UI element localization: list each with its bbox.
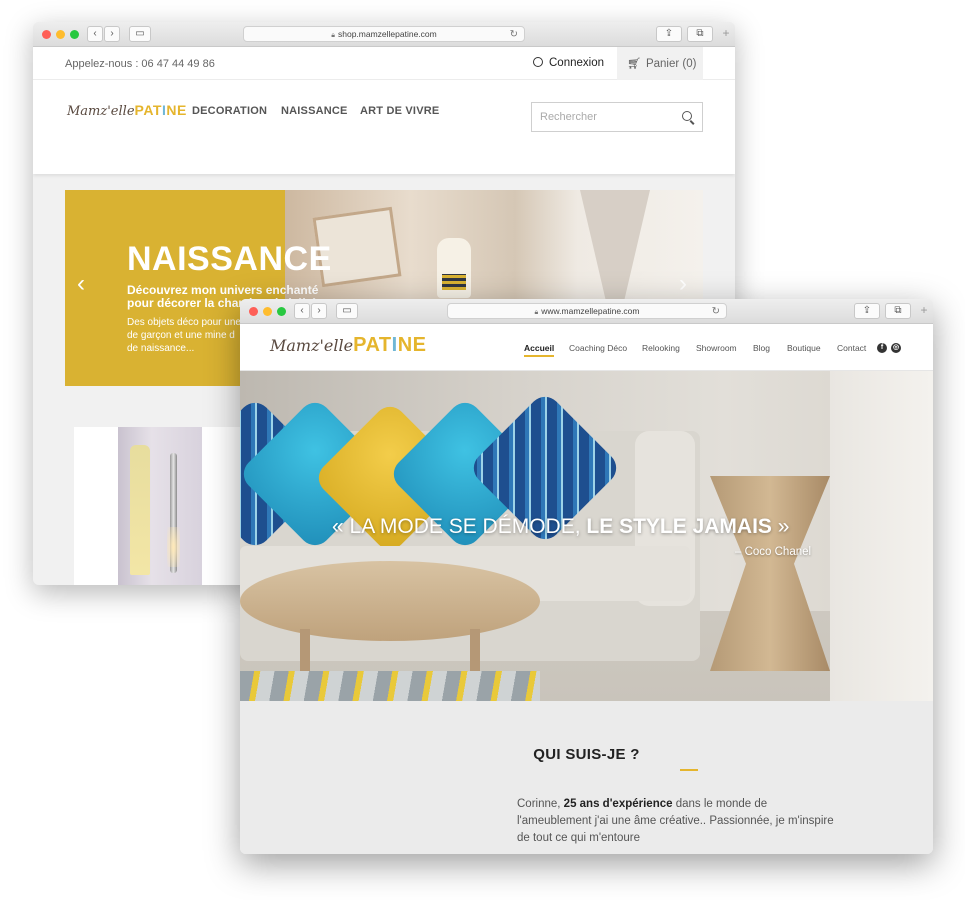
address-bar[interactable]: 🔒︎ www.mamzellepatine.com ↻	[447, 303, 727, 319]
user-icon	[533, 57, 543, 67]
share-icon[interactable]: ⇪	[656, 26, 682, 42]
about-divider	[680, 769, 698, 771]
lock-icon: 🔒︎	[534, 309, 539, 316]
product-image	[118, 427, 202, 585]
close-window-button[interactable]	[42, 30, 51, 39]
nav-contact[interactable]: Contact	[837, 343, 866, 353]
nav-accueil[interactable]: Accueil	[524, 343, 555, 357]
nav-decoration[interactable]: DECORATION	[192, 105, 267, 117]
forward-button[interactable]: ›	[311, 303, 327, 319]
logo-text-pa: PAT	[134, 102, 162, 118]
address-bar[interactable]: 🔒︎ shop.mamzellepatine.com ↻	[243, 26, 525, 42]
minimize-window-button[interactable]	[263, 307, 272, 316]
hero-banner: « LA MODE SE DÉMODE, LE STYLE JAMAIS » –…	[240, 371, 933, 701]
url-text: shop.mamzellepatine.com	[337, 29, 437, 39]
close-window-button[interactable]	[249, 307, 258, 316]
lock-icon: 🔒︎	[331, 32, 335, 39]
url-text: www.mamzellepatine.com	[541, 306, 640, 316]
quote-open: « LA MODE SE DÉMODE,	[332, 515, 587, 538]
search-icon[interactable]	[682, 111, 692, 121]
about-title: QUI SUIS-JE ?	[533, 746, 640, 763]
hero-coffee-table	[240, 561, 540, 641]
shop-topbar: Appelez-nous : 06 47 44 49 86 Connexion …	[33, 47, 735, 80]
sidebar-toggle-icon[interactable]: ▭	[129, 26, 151, 42]
hero-subtitle-line-1: Découvrez mon univers enchanté	[127, 283, 319, 297]
share-icon[interactable]: ⇪	[854, 303, 880, 319]
nav-showroom[interactable]: Showroom	[696, 343, 737, 353]
main-page: Mamz'ellePATINE Accueil Coaching Déco Re…	[240, 324, 933, 854]
nav-art-de-vivre[interactable]: ART DE VIVRE	[360, 105, 439, 117]
nav-blog[interactable]: Blog	[753, 343, 770, 353]
logo-script-text: Mamz'elle	[67, 104, 135, 119]
logo-text-ne: NE	[166, 102, 187, 118]
main-browser-window: ‹ › ▭ 🔒︎ www.mamzellepatine.com ↻ ⇪ ⧉ + M…	[240, 299, 933, 854]
hero-owl-figure	[437, 238, 471, 298]
zoom-window-button[interactable]	[277, 307, 286, 316]
new-tab-button[interactable]: +	[917, 304, 931, 318]
main-logo[interactable]: Mamz'ellePATINE	[270, 334, 426, 357]
tabs-overview-icon[interactable]: ⧉	[687, 26, 713, 42]
about-text-2: l'ameublement j'ai une âme créative.. Pa…	[517, 815, 834, 827]
about-name: Corinne,	[517, 798, 564, 810]
nav-coaching-deco[interactable]: Coaching Déco	[569, 343, 627, 353]
about-section: QUI SUIS-JE ? Corinne, 25 ans d'expérien…	[240, 701, 933, 854]
main-header: Mamz'ellePATINE Accueil Coaching Déco Re…	[240, 324, 933, 371]
quote-author: – Coco Chanel	[735, 546, 812, 558]
instagram-icon[interactable]: ◎	[891, 343, 901, 353]
about-text-1: dans le monde de	[672, 798, 768, 810]
shop-header: Mamz'ellePATINE DECORATION NAISSANCE ART…	[33, 80, 735, 174]
cart-button[interactable]: 🛒︎ Panier (0)	[617, 47, 703, 80]
new-tab-button[interactable]: +	[719, 27, 733, 41]
product-card[interactable]	[74, 427, 244, 585]
about-text: Corinne, 25 ans d'expérience dans le mon…	[517, 796, 877, 847]
quote-close: »	[771, 515, 790, 538]
reload-icon[interactable]: ↻	[712, 304, 720, 319]
nav-naissance[interactable]: NAISSANCE	[281, 105, 348, 117]
hero-text-line-3: de naissance...	[127, 343, 195, 354]
logo-text-ne: NE	[397, 334, 427, 356]
hero-rug	[240, 671, 540, 701]
zoom-window-button[interactable]	[70, 30, 79, 39]
bottle-image	[130, 445, 150, 575]
back-button[interactable]: ‹	[294, 303, 310, 319]
shop-logo[interactable]: Mamz'ellePATINE	[67, 102, 187, 119]
login-label: Connexion	[549, 57, 604, 69]
about-text-3: de tout ce qui m'entoure	[517, 832, 641, 844]
cart-icon: 🛒︎	[627, 58, 641, 70]
search-placeholder: Rechercher	[540, 111, 597, 123]
minimize-window-button[interactable]	[56, 30, 65, 39]
about-bold: 25 ans d'expérience	[563, 798, 673, 810]
light-glow	[167, 527, 180, 567]
logo-script-text: Mamz'elle	[270, 336, 354, 355]
sidebar-toggle-icon[interactable]: ▭	[336, 303, 358, 319]
phone-number: Appelez-nous : 06 47 44 49 86	[65, 58, 215, 70]
back-button[interactable]: ‹	[87, 26, 103, 42]
logo-text-pa: PAT	[353, 334, 392, 356]
hero-quote: « LA MODE SE DÉMODE, LE STYLE JAMAIS »	[332, 515, 852, 539]
login-link[interactable]: Connexion	[533, 57, 604, 69]
titlebar: ‹ › ▭ 🔒︎ www.mamzellepatine.com ↻ ⇪ ⧉ +	[240, 299, 933, 324]
hero-title: NAISSANCE	[127, 240, 332, 278]
nav-boutique[interactable]: Boutique	[787, 343, 821, 353]
carousel-prev-icon[interactable]: ‹	[77, 270, 85, 298]
hero-text-line-2: de garçon et une mine d	[127, 330, 235, 341]
search-input[interactable]: Rechercher	[531, 102, 703, 132]
quote-bold: LE STYLE JAMAIS	[586, 515, 772, 538]
forward-button[interactable]: ›	[104, 26, 120, 42]
cart-label: Panier (0)	[645, 58, 697, 70]
carousel-next-icon[interactable]: ›	[679, 270, 687, 298]
titlebar: ‹ › ▭ 🔒︎ shop.mamzellepatine.com ↻ ⇪ ⧉ +	[33, 22, 735, 47]
facebook-icon[interactable]: f	[877, 343, 887, 353]
reload-icon[interactable]: ↻	[510, 27, 518, 42]
tabs-overview-icon[interactable]: ⧉	[885, 303, 911, 319]
nav-relooking[interactable]: Relooking	[642, 343, 680, 353]
